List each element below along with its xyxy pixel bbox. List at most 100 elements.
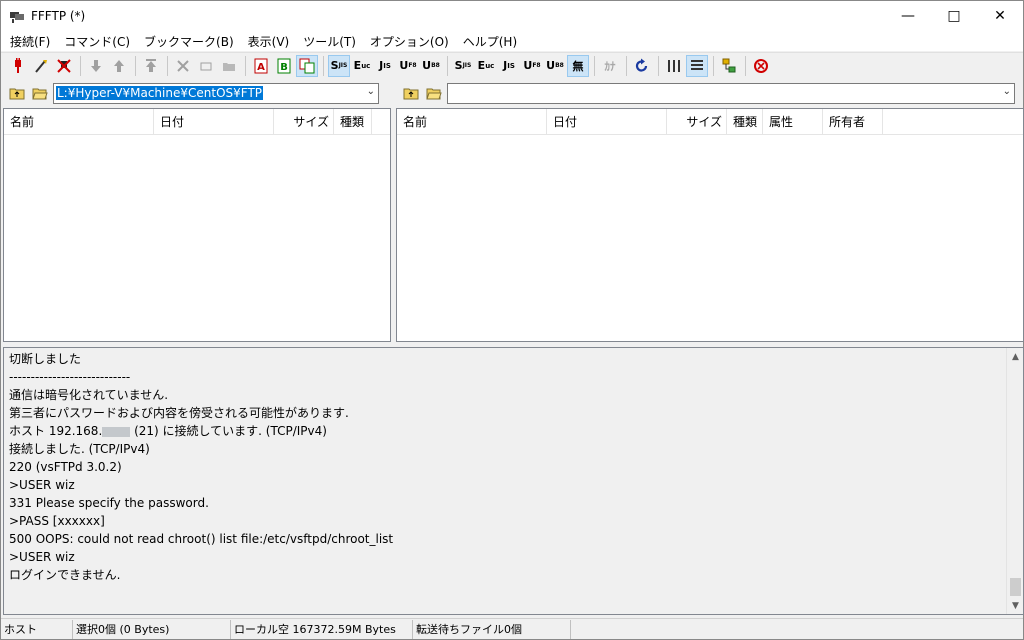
log-line: ログインできません. <box>9 568 121 582</box>
remote-column-header: 名前 日付 サイズ 種類 属性 所有者 <box>397 109 1023 135</box>
scroll-down-icon[interactable]: ▼ <box>1007 597 1024 614</box>
remote-open-folder-icon[interactable] <box>424 83 444 103</box>
mirror-upload-icon[interactable] <box>140 55 162 77</box>
rename-icon[interactable] <box>195 55 217 77</box>
refresh-icon[interactable] <box>631 55 653 77</box>
detail-view-icon[interactable] <box>686 54 708 77</box>
local-file-list[interactable]: 名前 日付 サイズ 種類 <box>3 108 391 342</box>
remote-col-type[interactable]: 種類 <box>727 109 763 135</box>
status-local-free: ローカル空 167372.59M Bytes <box>231 619 413 639</box>
menu-view[interactable]: 表示(V) <box>241 33 297 50</box>
no-conversion-button[interactable]: 無 <box>567 54 589 77</box>
local-col-type[interactable]: 種類 <box>334 109 372 135</box>
remote-col-owner[interactable]: 所有者 <box>823 109 883 135</box>
log-line-host: ホスト 192.168. (21) に接続しています. (TCP/IPv4) <box>9 422 999 440</box>
log-line: 通信は暗号化されていません. <box>9 388 169 402</box>
svg-text:A: A <box>257 62 265 73</box>
connect-icon[interactable] <box>7 55 29 77</box>
log-line: 500 OOPS: could not read chroot() list f… <box>9 532 394 546</box>
log-line: 接続しました. (TCP/IPv4) <box>9 442 150 456</box>
local-col-name[interactable]: 名前 <box>4 109 154 135</box>
remote-utf8n-button[interactable]: U F8 <box>521 55 543 77</box>
menu-command[interactable]: コマンド(C) <box>57 33 137 50</box>
status-queue: 転送待ちファイル0個 <box>413 619 571 639</box>
remote-col-name[interactable]: 名前 <box>397 109 547 135</box>
minimize-button[interactable]: — <box>885 1 931 31</box>
upload-icon[interactable] <box>108 55 130 77</box>
menu-tools[interactable]: ツール(T) <box>296 33 363 50</box>
menu-bookmark[interactable]: ブックマーク(B) <box>137 33 241 50</box>
toolbar-separator <box>323 55 324 76</box>
log-line: 331 Please specify the password. <box>9 496 209 510</box>
quick-connect-icon[interactable] <box>30 55 52 77</box>
toolbar-separator <box>745 55 746 76</box>
disconnect-icon[interactable] <box>53 55 75 77</box>
log-host-suffix: (21) に接続しています. (TCP/IPv4) <box>130 424 327 438</box>
menu-options[interactable]: オプション(O) <box>363 33 456 50</box>
remote-col-date[interactable]: 日付 <box>547 109 667 135</box>
log-line: 220 (vsFTPd 3.0.2) <box>9 460 122 474</box>
remote-path-combo[interactable]: ⌄ <box>447 82 1015 104</box>
close-button[interactable]: ✕ <box>977 1 1023 31</box>
redacted-ip <box>102 426 131 437</box>
kana-convert-button[interactable]: ｶﾅ <box>599 55 621 77</box>
svg-text:B: B <box>280 62 288 73</box>
app-icon <box>9 8 25 24</box>
binary-mode-button[interactable]: B <box>273 55 295 77</box>
local-open-folder-icon[interactable] <box>30 83 50 103</box>
remote-utf8bom-button[interactable]: U B8 <box>544 55 566 77</box>
remote-euc-button[interactable]: Euc <box>475 55 497 77</box>
title-bar: FFFTP (*) — □ ✕ <box>1 1 1023 31</box>
download-icon[interactable] <box>85 55 107 77</box>
local-col-date[interactable]: 日付 <box>154 109 274 135</box>
menu-connect[interactable]: 接続(F) <box>3 33 57 50</box>
remote-col-size[interactable]: サイズ <box>667 109 727 135</box>
log-line: 第三者にパスワードおよび内容を傍受される可能性があります. <box>9 406 349 420</box>
remote-col-attr[interactable]: 属性 <box>763 109 823 135</box>
local-path-value: L:¥Hyper-V¥Machine¥CentOS¥FTP <box>56 86 264 100</box>
list-view-icon[interactable] <box>663 55 685 77</box>
chevron-down-icon[interactable]: ⌄ <box>367 86 375 97</box>
sync-folder-icon[interactable] <box>718 55 740 77</box>
maximize-button[interactable]: □ <box>931 1 977 31</box>
log-line: 切断しました <box>9 352 82 366</box>
ascii-mode-button[interactable]: A <box>250 55 272 77</box>
menu-help[interactable]: ヘルプ(H) <box>456 33 524 50</box>
scroll-up-icon[interactable]: ▲ <box>1007 348 1024 365</box>
remote-up-folder-icon[interactable] <box>401 83 421 103</box>
remote-sjis-button[interactable]: S JIS <box>452 55 474 77</box>
log-line: >USER wiz <box>9 478 75 492</box>
remote-path-bar: ⌄ <box>401 81 1023 105</box>
kanji-jis-button[interactable]: J IS <box>374 55 396 77</box>
local-col-size[interactable]: サイズ <box>274 109 334 135</box>
remote-jis-button[interactable]: J IS <box>498 55 520 77</box>
delete-icon[interactable] <box>172 55 194 77</box>
chevron-down-icon[interactable]: ⌄ <box>1003 86 1011 97</box>
log-line: >USER wiz <box>9 550 75 564</box>
toolbar-separator <box>594 55 595 76</box>
status-bar: ホスト 選択0個 (0 Bytes) ローカル空 167372.59M Byte… <box>1 618 1023 639</box>
auto-mode-button[interactable] <box>296 54 318 77</box>
remote-file-list[interactable]: 名前 日付 サイズ 種類 属性 所有者 <box>396 108 1024 342</box>
kanji-euc-button[interactable]: Euc <box>351 55 373 77</box>
abort-icon[interactable] <box>750 55 772 77</box>
toolbar-separator <box>447 55 448 76</box>
toolbar: A B S JIS Euc J IS U F8 U B8 S JIS Euc J IS UF… <box>1 52 1023 78</box>
new-folder-icon[interactable] <box>218 55 240 77</box>
window-title: FFFTP (*) <box>31 9 86 23</box>
local-up-folder-icon[interactable] <box>7 83 27 103</box>
log-line: ---------------------------- <box>9 370 131 384</box>
ffftp-window: FFFTP (*) — □ ✕ 接続(F) コマンド(C) ブックマーク(B) … <box>0 0 1024 640</box>
toolbar-separator <box>245 55 246 76</box>
local-path-combo[interactable]: L:¥Hyper-V¥Machine¥CentOS¥FTP ⌄ <box>53 82 379 104</box>
kanji-sjis-button[interactable]: S JIS <box>328 54 350 77</box>
toolbar-separator <box>135 55 136 76</box>
toolbar-separator <box>658 55 659 76</box>
log-scrollbar[interactable]: ▲ ▼ <box>1006 348 1023 614</box>
kanji-utf8bom-button[interactable]: U B8 <box>420 55 442 77</box>
scroll-thumb[interactable] <box>1010 578 1021 596</box>
local-column-header: 名前 日付 サイズ 種類 <box>4 109 390 135</box>
log-panel[interactable]: 切断しました ---------------------------- 通信は暗… <box>3 347 1024 615</box>
kanji-utf8n-button[interactable]: U F8 <box>397 55 419 77</box>
toolbar-separator <box>626 55 627 76</box>
